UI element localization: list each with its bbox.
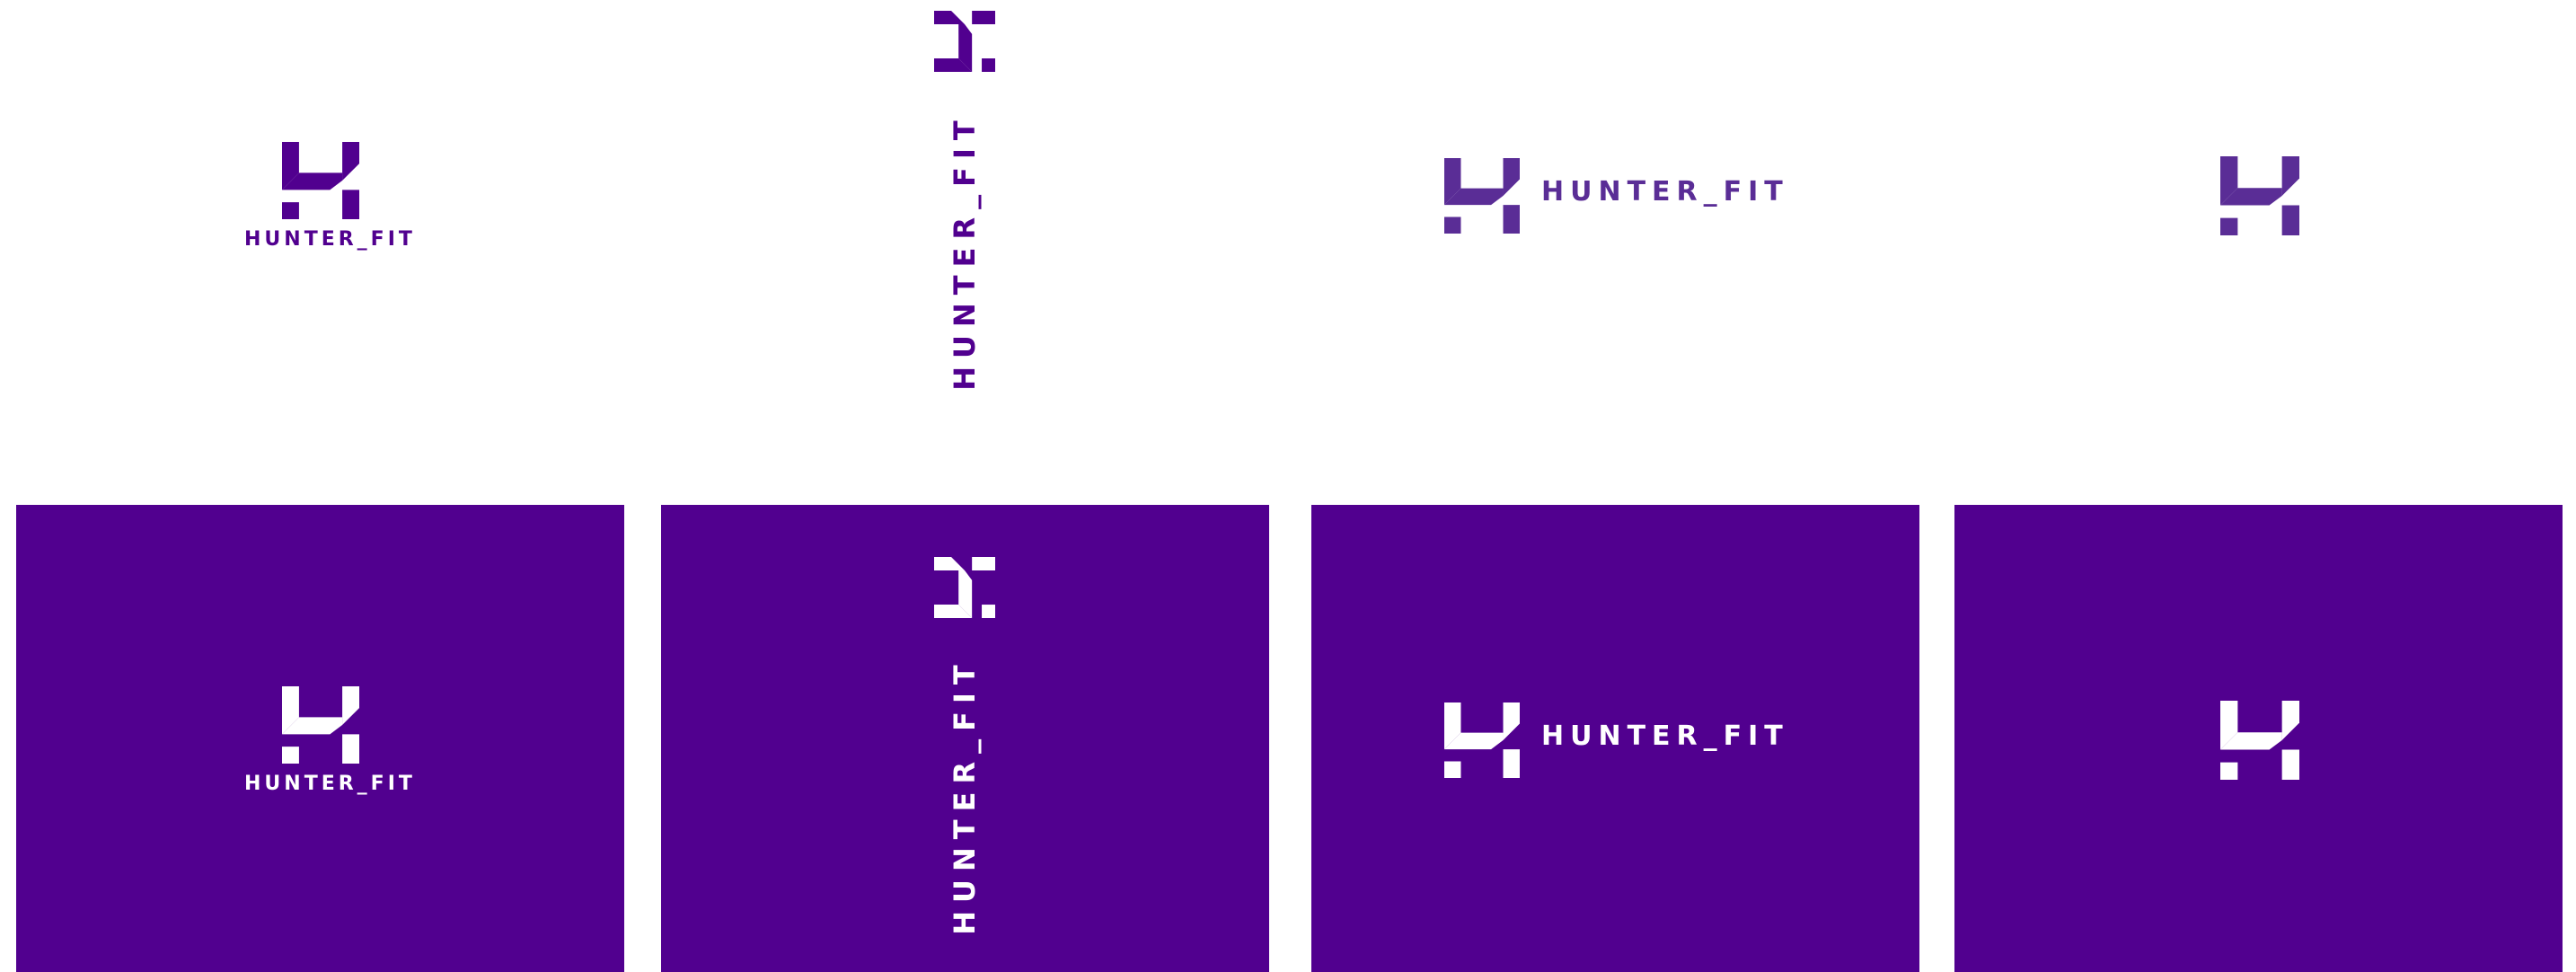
wordmark: HUNTER_FIT (244, 228, 416, 251)
logo-variant-horizontal-light: HUNTER_FIT (1311, 0, 1922, 467)
h-monogram-icon (2220, 701, 2299, 780)
h-monogram-icon (282, 142, 359, 219)
logo-variant-stacked-light: HUNTER_FIT (16, 0, 627, 467)
h-monogram-icon (1444, 158, 1520, 234)
logo-variant-horizontal-dark: HUNTER_FIT (1311, 505, 1919, 972)
wordmark: HUNTER_FIT (244, 773, 416, 795)
logo-variant-vertical-light: HUNTER_FIT (661, 0, 1272, 467)
wordmark: HUNTER_FIT (948, 657, 982, 935)
wordmark: HUNTER_FIT (1541, 176, 1789, 208)
wordmark: HUNTER_FIT (948, 112, 982, 391)
h-monogram-icon (2220, 156, 2299, 235)
h-monogram-icon (1444, 702, 1520, 778)
h-monogram-icon (934, 11, 995, 72)
logo-variant-icon-dark (1954, 505, 2563, 972)
logo-variant-stacked-dark: HUNTER_FIT (16, 505, 624, 972)
h-monogram-icon (934, 557, 995, 618)
h-monogram-icon (282, 686, 359, 764)
wordmark: HUNTER_FIT (1541, 720, 1789, 752)
logo-variant-vertical-dark: HUNTER_FIT (661, 505, 1269, 972)
logo-variant-icon-light (1954, 0, 2565, 467)
